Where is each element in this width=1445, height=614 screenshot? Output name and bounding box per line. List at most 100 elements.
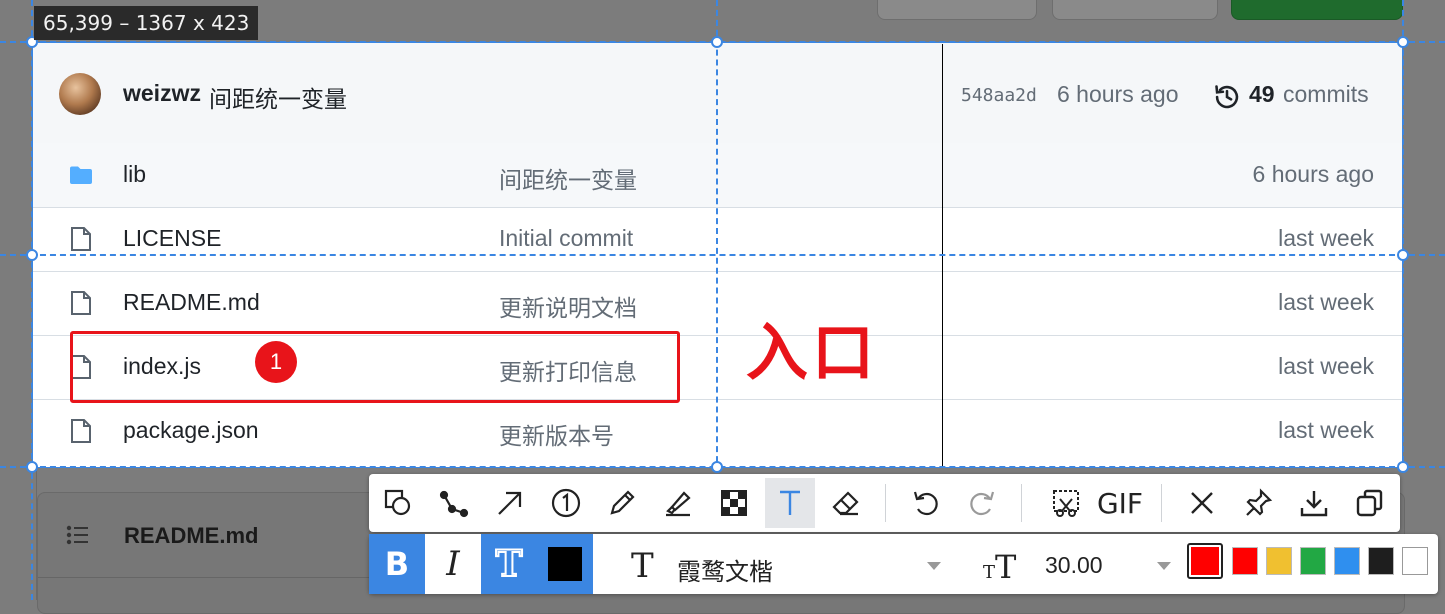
annotation-rectangle <box>70 331 680 403</box>
file-commit-message[interactable]: 更新说明文档 <box>499 289 637 323</box>
download-icon <box>1300 491 1328 517</box>
selected-color-swatch[interactable] <box>1187 543 1223 579</box>
eraser-tool[interactable] <box>821 478 871 528</box>
outline-toggle[interactable]: T <box>481 534 537 594</box>
font-size-value: 30.00 <box>1045 552 1103 578</box>
step-badge: 1 <box>255 341 297 383</box>
toolbar-separator <box>1161 484 1162 522</box>
file-icon <box>71 291 91 315</box>
resize-handle-bottom-right[interactable] <box>1397 461 1409 473</box>
redo-button[interactable] <box>957 478 1007 528</box>
scroll-capture-icon <box>1053 490 1079 517</box>
mosaic-tool[interactable] <box>709 478 759 528</box>
undo-button[interactable] <box>901 478 951 528</box>
pencil-icon <box>610 490 635 515</box>
color-swatch-blue[interactable] <box>1334 547 1360 575</box>
undo-icon <box>913 491 938 516</box>
resize-handle-top[interactable] <box>711 36 723 48</box>
guide-line-horizontal <box>0 254 1445 256</box>
number-tool[interactable] <box>541 478 591 528</box>
highlighter-tool[interactable] <box>653 478 703 528</box>
file-name[interactable]: LICENSE <box>123 225 221 252</box>
commits-label[interactable]: commits <box>1283 81 1369 108</box>
text-options-toolbar: B I T T 霞鹜文楷 TT 30.00 <box>369 534 1438 594</box>
text-color-button[interactable] <box>537 534 593 594</box>
current-color-swatch <box>548 547 582 581</box>
number-icon <box>551 488 581 518</box>
polyline-icon <box>439 490 469 518</box>
font-size-select[interactable]: TT 30.00 <box>959 542 1181 586</box>
file-time: last week <box>1278 225 1374 251</box>
file-commit-message[interactable]: 更新版本号 <box>499 417 614 451</box>
avatar[interactable] <box>59 73 101 115</box>
highlighter-icon <box>666 491 691 517</box>
close-icon <box>1191 492 1213 514</box>
chevron-down-icon <box>1157 562 1171 570</box>
file-commit-message[interactable]: Initial commit <box>499 225 633 252</box>
arrow-tool[interactable] <box>485 478 535 528</box>
toolbar-separator <box>1021 484 1022 522</box>
guide-line-vertical <box>31 0 33 600</box>
color-swatch-yellow[interactable] <box>1266 547 1292 575</box>
guide-line-vertical <box>1402 0 1404 472</box>
commit-message[interactable]: 间距统一变量 <box>209 80 347 114</box>
mosaic-icon <box>721 490 747 516</box>
file-icon <box>71 419 91 443</box>
copy-button[interactable] <box>1345 478 1395 528</box>
resize-handle-bottom-left[interactable] <box>26 461 38 473</box>
commit-count[interactable]: 49 <box>1249 81 1275 108</box>
gif-button[interactable]: GIF <box>1095 478 1145 528</box>
copy-icon <box>1356 489 1383 517</box>
redo-icon <box>970 491 995 516</box>
polyline-tool[interactable] <box>429 478 479 528</box>
color-swatch-green[interactable] <box>1300 547 1326 575</box>
background-button <box>877 0 1037 20</box>
scroll-capture-button[interactable] <box>1041 478 1091 528</box>
resize-handle-top-right[interactable] <box>1397 36 1409 48</box>
resize-handle-left[interactable] <box>26 249 38 261</box>
readme-panel-title: README.md <box>124 523 259 548</box>
italic-icon: I <box>446 544 460 584</box>
pin-button[interactable] <box>1233 478 1283 528</box>
font-family-value: 霞鹜文楷 <box>677 559 773 586</box>
download-button[interactable] <box>1289 478 1339 528</box>
eraser-icon <box>832 491 859 516</box>
color-swatch-red[interactable] <box>1232 547 1258 575</box>
file-icon <box>71 227 91 251</box>
resize-handle-right[interactable] <box>1397 249 1409 261</box>
annotation-text: 入口 <box>746 316 879 389</box>
color-swatch-white[interactable] <box>1402 547 1428 575</box>
commit-time: 6 hours ago <box>1057 81 1179 107</box>
commit-author[interactable]: weizwz <box>123 80 201 107</box>
outline-text-icon: T <box>495 542 524 586</box>
text-icon <box>780 490 800 515</box>
resize-handle-bottom[interactable] <box>711 461 723 473</box>
selection-coordinates: 65,399 – 1367 x 423 <box>34 6 259 40</box>
rectangle-ellipse-tool[interactable] <box>373 478 423 528</box>
bold-icon: B <box>384 545 410 583</box>
font-family-select[interactable]: T 霞鹜文楷 <box>607 542 951 586</box>
italic-toggle[interactable]: I <box>425 534 481 594</box>
list-icon <box>66 525 88 545</box>
background-code-button <box>1231 0 1403 20</box>
file-name[interactable]: lib <box>123 161 146 188</box>
file-time: 6 hours ago <box>1252 161 1374 187</box>
chevron-down-icon <box>927 562 941 570</box>
bold-toggle[interactable]: B <box>369 534 425 594</box>
arrow-icon <box>498 491 522 515</box>
toolbar-separator <box>885 484 886 522</box>
file-time: last week <box>1278 353 1374 379</box>
folder-icon <box>70 166 92 184</box>
close-button[interactable] <box>1177 478 1227 528</box>
pencil-tool[interactable] <box>597 478 647 528</box>
history-icon[interactable] <box>1213 83 1241 111</box>
commit-sha[interactable]: 548aa2d <box>961 85 1037 106</box>
file-commit-message[interactable]: 间距统一变量 <box>499 161 637 195</box>
guide-line-vertical <box>716 0 718 472</box>
color-swatch-black[interactable] <box>1368 547 1394 575</box>
file-time: last week <box>1278 289 1374 315</box>
drawn-line <box>942 44 943 468</box>
file-name[interactable]: README.md <box>123 289 260 316</box>
text-tool[interactable] <box>765 478 815 528</box>
file-name[interactable]: package.json <box>123 417 259 444</box>
